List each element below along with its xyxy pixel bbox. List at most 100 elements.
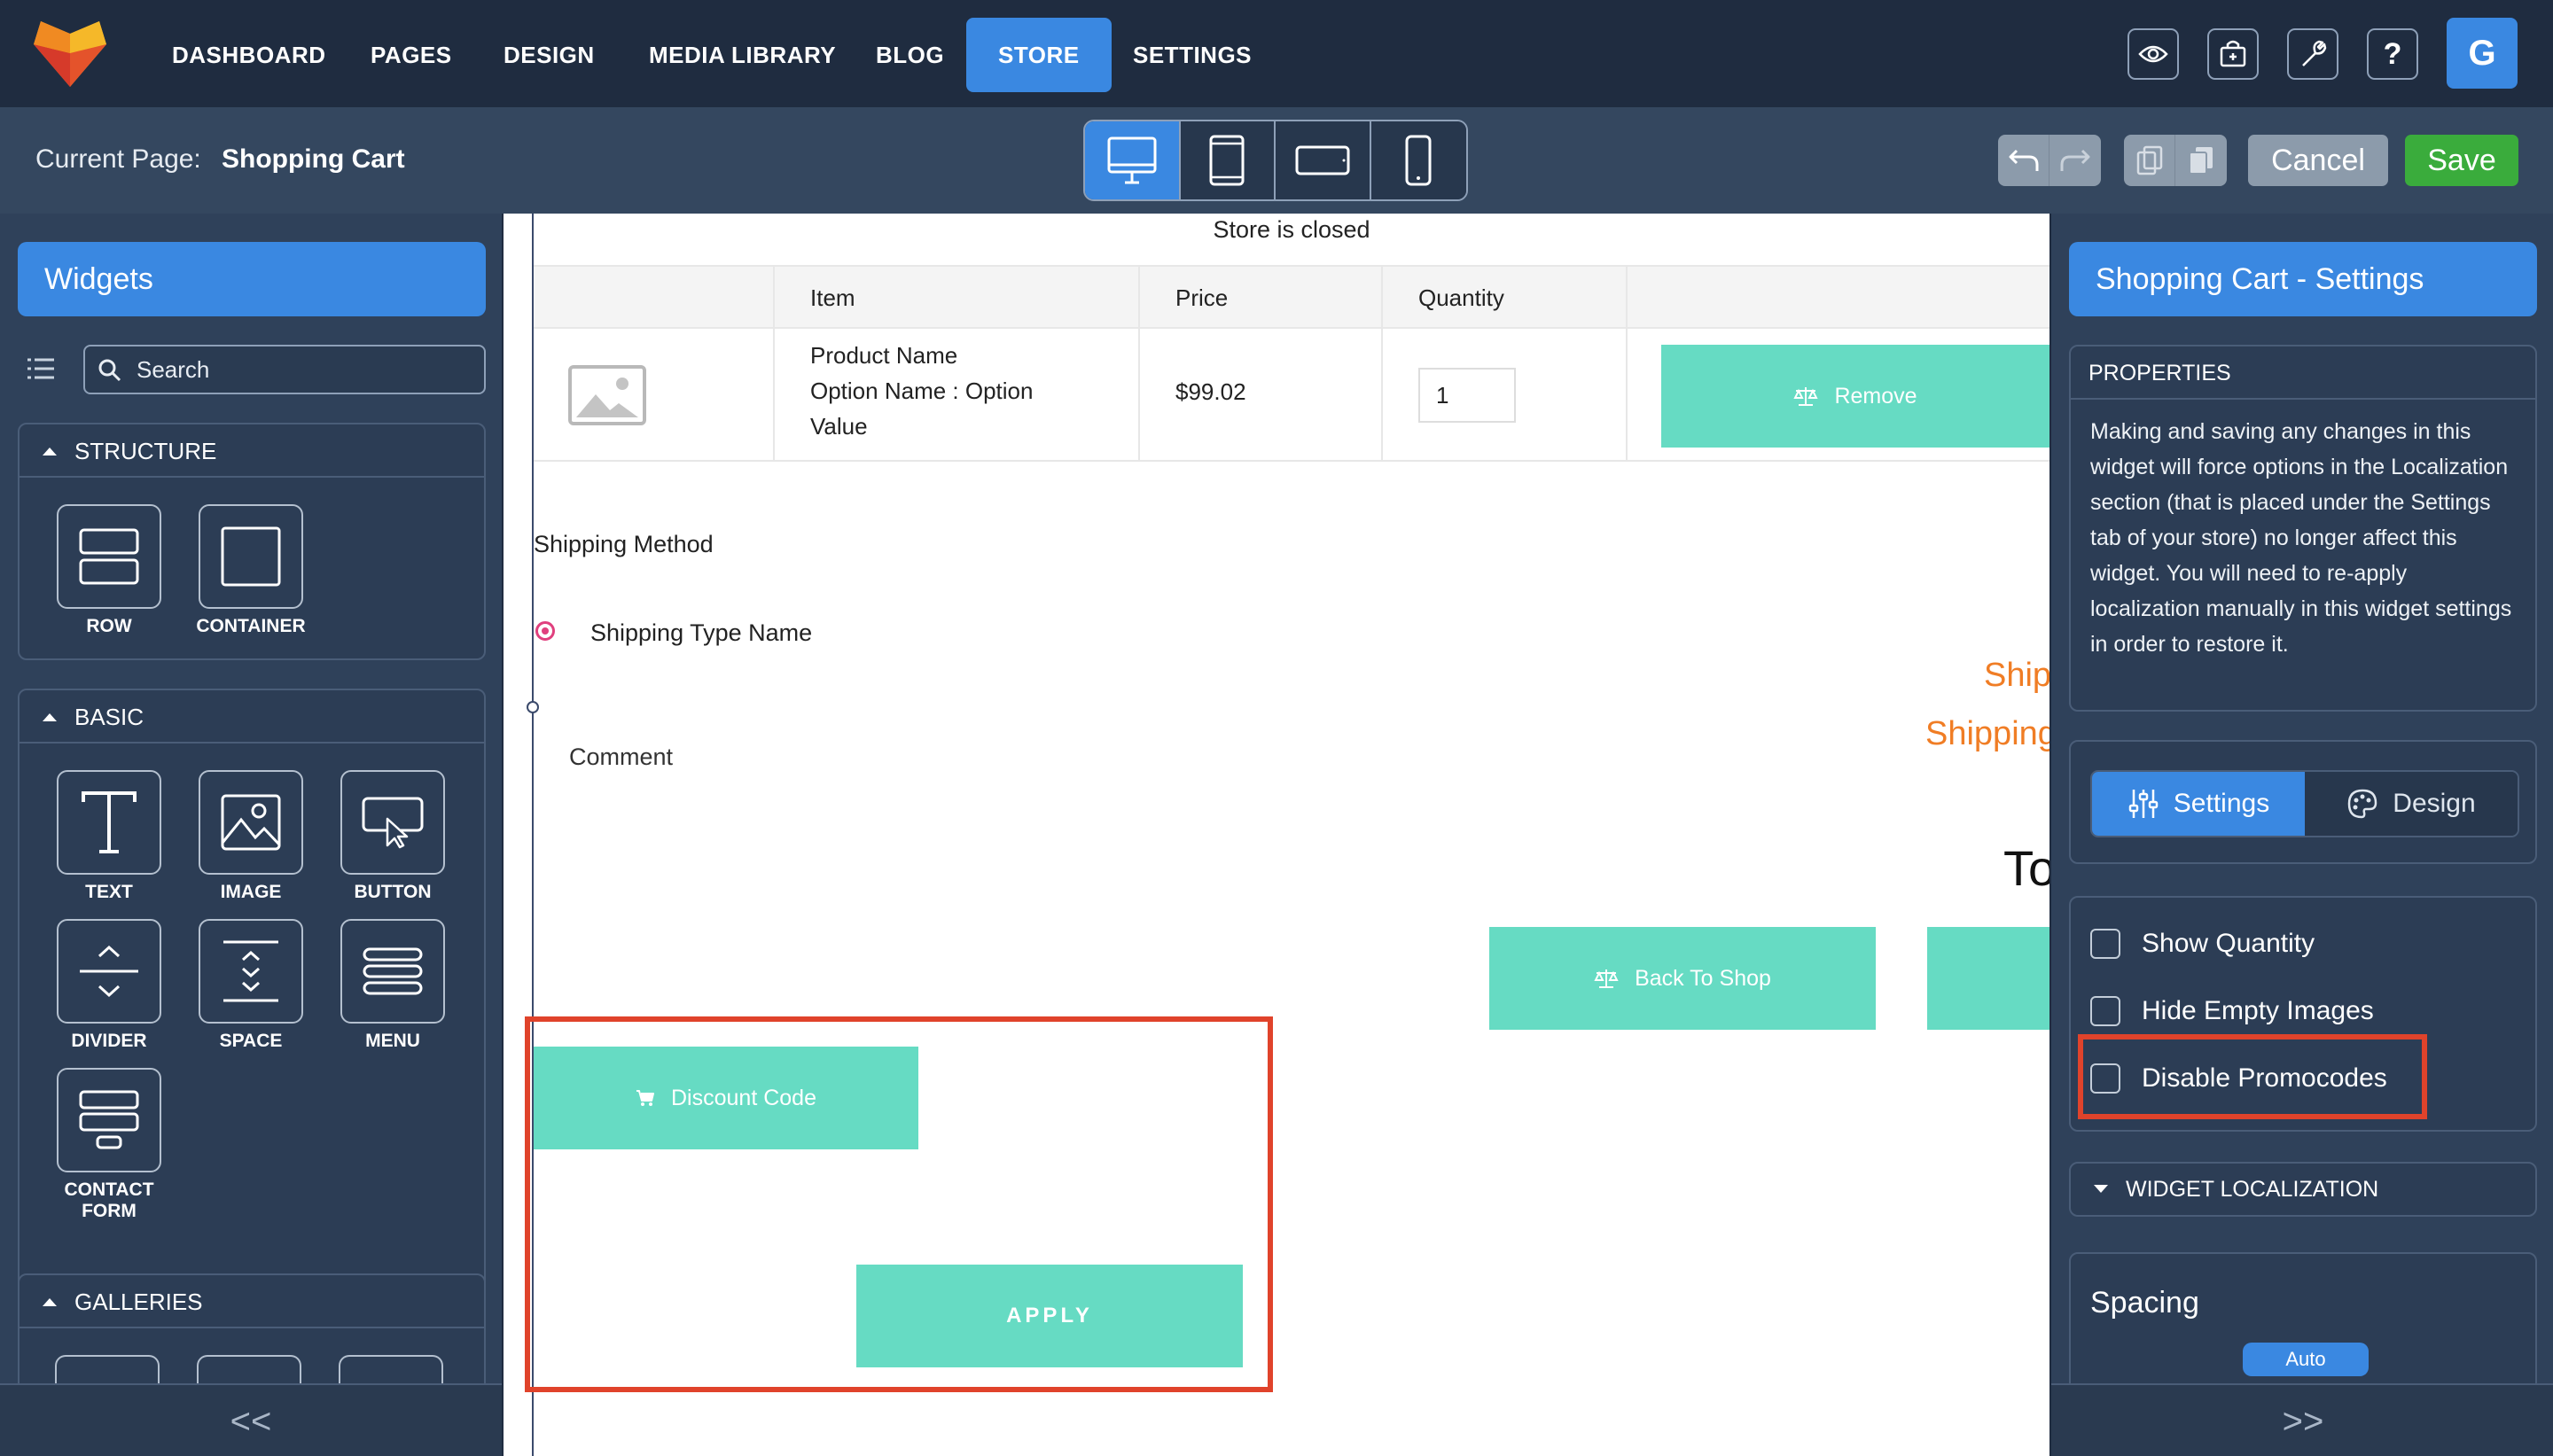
- spacing-label: Spacing: [2090, 1286, 2199, 1320]
- clipboard-controls: [2124, 135, 2227, 186]
- column-header-quantity: Quantity: [1418, 284, 1504, 311]
- back-to-shop-label: Back To Shop: [1635, 965, 1771, 991]
- shipping-summary-label: Ship: [1984, 657, 2049, 694]
- phone-icon: [1403, 135, 1433, 186]
- tab-settings[interactable]: Settings: [2092, 772, 2305, 836]
- layout-guide-handle[interactable]: [527, 701, 539, 713]
- tools-button[interactable]: [2287, 28, 2338, 80]
- store-button[interactable]: [2207, 28, 2259, 80]
- app-logo[interactable]: [32, 18, 108, 89]
- widget-label: BUTTON: [354, 882, 432, 902]
- device-desktop-button[interactable]: [1085, 121, 1181, 199]
- search-input[interactable]: [137, 346, 473, 393]
- device-phone-button[interactable]: [1370, 121, 1466, 199]
- spacing-auto-toggle[interactable]: Auto: [2243, 1343, 2369, 1376]
- widget-divider[interactable]: DIVIDER: [43, 919, 176, 1052]
- table-header-cell: [534, 267, 775, 327]
- widget-localization-header[interactable]: WIDGET LOCALIZATION: [2069, 1162, 2537, 1217]
- settings-panel-title: Shopping Cart - Settings: [2069, 242, 2537, 316]
- collapse-right-panel-button[interactable]: >>: [2051, 1383, 2553, 1456]
- container-icon: [220, 526, 282, 588]
- shipping-type-radio[interactable]: [535, 621, 555, 641]
- nav-store[interactable]: STORE: [966, 18, 1112, 92]
- widget-row[interactable]: ROW: [43, 504, 176, 637]
- user-avatar[interactable]: G: [2447, 18, 2518, 89]
- current-page-label: Current Page:: [35, 144, 201, 174]
- widget-menu[interactable]: MENU: [326, 919, 459, 1052]
- nav-blog[interactable]: BLOG: [876, 18, 944, 92]
- scale-icon: [1594, 967, 1619, 990]
- store-closed-notice: Store is closed: [534, 214, 2049, 265]
- undo-button[interactable]: [1998, 135, 2049, 186]
- nav-pages[interactable]: PAGES: [371, 18, 452, 92]
- nav-dashboard[interactable]: DASHBOARD: [172, 18, 326, 92]
- save-button[interactable]: Save: [2405, 135, 2518, 186]
- properties-card: PROPERTIES Making and saving any changes…: [2069, 345, 2537, 712]
- redo-icon: [2059, 147, 2091, 174]
- widget-label: TEXT: [85, 882, 133, 902]
- remove-button-label: Remove: [1834, 383, 1917, 409]
- tablet-icon: [1207, 135, 1246, 186]
- page-toolbar: Current Page: Shopping Cart Cancel Save: [0, 107, 2553, 214]
- widget-label: ROW: [86, 616, 132, 636]
- cancel-button[interactable]: Cancel: [2248, 135, 2388, 186]
- space-icon: [220, 938, 282, 1004]
- row-icon: [78, 527, 140, 586]
- basic-section-header[interactable]: BASIC: [20, 690, 484, 744]
- quantity-input[interactable]: 1: [1418, 368, 1516, 423]
- structure-section-header[interactable]: STRUCTURE: [20, 424, 484, 478]
- device-tablet-portrait-button[interactable]: [1180, 121, 1276, 199]
- scale-icon: [1793, 385, 1819, 408]
- checkout-button[interactable]: [1927, 927, 2049, 1030]
- product-option-value-line: Value: [810, 413, 868, 440]
- nav-settings[interactable]: SETTINGS: [1133, 18, 1252, 92]
- table-header-cell: Item: [775, 267, 1140, 327]
- widget-text[interactable]: TEXT: [43, 770, 176, 903]
- settings-panel: Shopping Cart - Settings PROPERTIES Maki…: [2049, 214, 2553, 1456]
- option-hide-empty-images[interactable]: Hide Empty Images: [2090, 992, 2374, 1031]
- page-canvas: Store is closed Item Price Quantity Prod…: [504, 214, 2049, 1456]
- desktop-icon: [1105, 135, 1159, 186]
- basic-section: BASIC TEXT IMAGE BUTTON DIVIDER SPACE ME…: [18, 689, 486, 1371]
- collapse-left-panel-button[interactable]: <<: [0, 1383, 502, 1456]
- preview-button[interactable]: [2128, 28, 2179, 80]
- widget-contact-form[interactable]: CONTACT FORM: [43, 1068, 176, 1222]
- show-quantity-checkbox[interactable]: [2090, 929, 2120, 959]
- tab-design-label: Design: [2393, 789, 2476, 818]
- option-show-quantity[interactable]: Show Quantity: [2090, 924, 2315, 963]
- tab-design[interactable]: Design: [2305, 772, 2518, 836]
- hide-empty-images-checkbox[interactable]: [2090, 996, 2120, 1026]
- table-cell: Product Name Option Name : Option Value: [775, 329, 1140, 460]
- product-image-placeholder-icon: [567, 364, 647, 426]
- widget-button[interactable]: BUTTON: [326, 770, 459, 903]
- widget-image[interactable]: IMAGE: [184, 770, 317, 903]
- widget-space[interactable]: SPACE: [184, 919, 317, 1052]
- column-header-item: Item: [810, 284, 855, 311]
- properties-description: Making and saving any changes in this wi…: [2090, 419, 2512, 657]
- history-controls: [1998, 135, 2101, 186]
- remove-button[interactable]: Remove: [1661, 345, 2049, 448]
- properties-title: PROPERTIES: [2071, 346, 2535, 400]
- redo-button[interactable]: [2049, 135, 2101, 186]
- paste-button[interactable]: [2175, 135, 2227, 186]
- list-view-icon[interactable]: [27, 357, 55, 380]
- galleries-section-title: GALLERIES: [74, 1289, 203, 1315]
- table-header-row: Item Price Quantity: [534, 265, 2049, 329]
- table-cell: $99.02: [1140, 329, 1383, 460]
- back-to-shop-button[interactable]: Back To Shop: [1489, 927, 1876, 1030]
- collapse-caret-icon: [43, 448, 57, 455]
- current-page-value: Shopping Cart: [222, 144, 405, 174]
- device-tablet-landscape-button[interactable]: [1276, 121, 1371, 199]
- widgets-panel-title: Widgets: [18, 242, 486, 316]
- nav-media-library[interactable]: MEDIA LIBRARY: [649, 18, 836, 92]
- widget-container[interactable]: CONTAINER: [184, 504, 317, 637]
- show-quantity-label: Show Quantity: [2142, 929, 2315, 958]
- widget-search: [83, 345, 486, 394]
- table-cell: [534, 329, 775, 460]
- galleries-section-header[interactable]: GALLERIES: [20, 1275, 484, 1328]
- copy-button[interactable]: [2124, 135, 2175, 186]
- table-header-cell: Quantity: [1383, 267, 1628, 327]
- help-button[interactable]: ?: [2367, 28, 2418, 80]
- widget-label: SPACE: [219, 1031, 283, 1051]
- nav-design[interactable]: DESIGN: [504, 18, 595, 92]
